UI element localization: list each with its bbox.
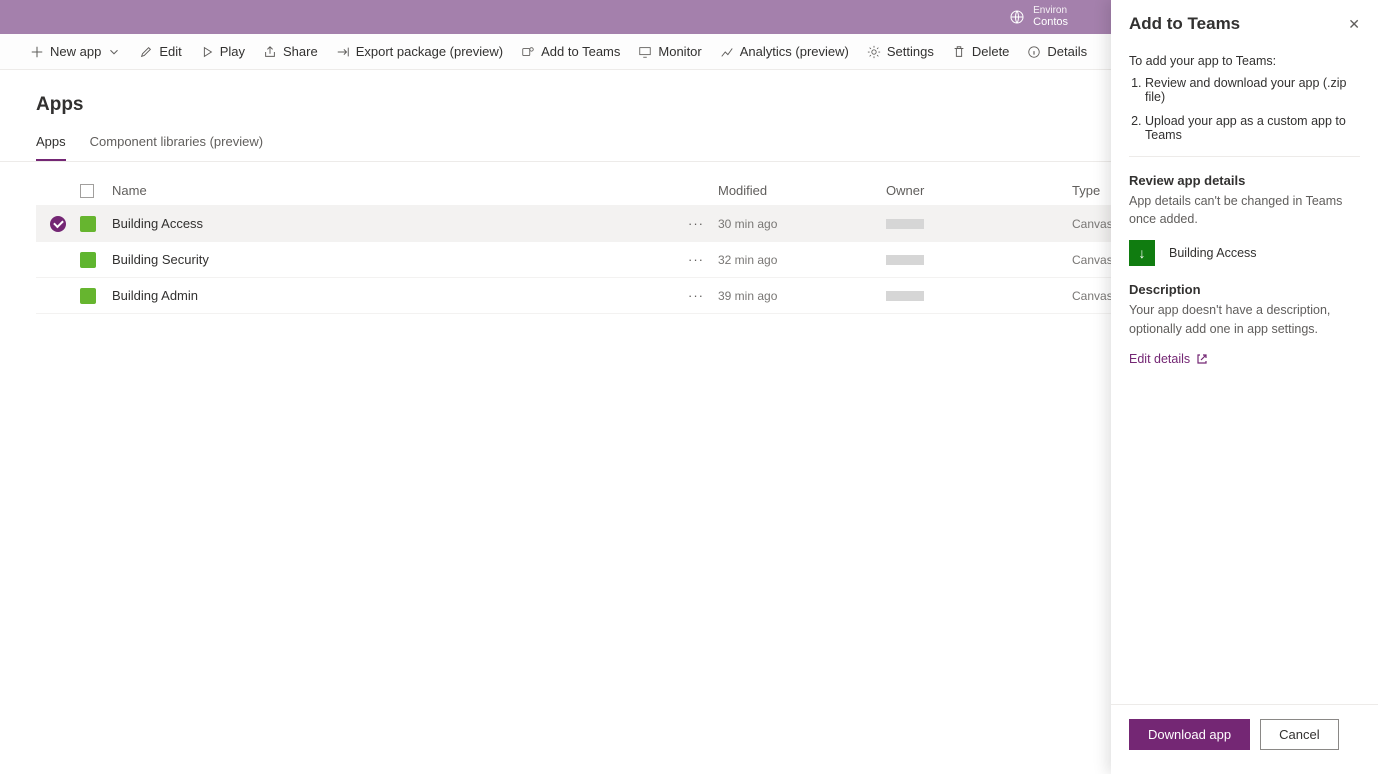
- review-title: Review app details: [1129, 173, 1360, 188]
- row-owner: [886, 291, 924, 301]
- review-text: App details can't be changed in Teams on…: [1129, 192, 1360, 228]
- delete-button[interactable]: Delete: [952, 44, 1010, 59]
- row-name: Building Access: [112, 216, 688, 231]
- panel-intro: To add your app to Teams:: [1129, 52, 1360, 70]
- app-icon: [80, 216, 96, 232]
- col-name[interactable]: Name: [112, 183, 688, 198]
- row-name: Building Security: [112, 252, 688, 267]
- app-tile-name: Building Access: [1169, 246, 1257, 260]
- tab-component-libraries[interactable]: Component libraries (preview): [90, 134, 263, 161]
- row-overflow-icon[interactable]: ···: [688, 288, 704, 303]
- row-overflow-icon[interactable]: ···: [688, 216, 704, 231]
- environment-switcher[interactable]: Environ Contos: [1009, 5, 1068, 28]
- open-external-icon: [1196, 353, 1208, 365]
- settings-button[interactable]: Settings: [867, 44, 934, 59]
- chart-icon: [720, 45, 734, 59]
- app-tile: ↓ Building Access: [1129, 240, 1360, 266]
- column-options-icon[interactable]: [80, 184, 94, 198]
- description-text: Your app doesn't have a description, opt…: [1129, 301, 1360, 337]
- monitor-button[interactable]: Monitor: [638, 44, 701, 59]
- col-owner[interactable]: Owner: [886, 183, 1072, 198]
- col-modified[interactable]: Modified: [718, 183, 886, 198]
- play-button[interactable]: Play: [200, 44, 245, 59]
- row-owner: [886, 255, 924, 265]
- row-owner: [886, 219, 924, 229]
- gear-icon: [867, 45, 881, 59]
- row-modified: 32 min ago: [718, 253, 886, 267]
- app-tile-icon: ↓: [1129, 240, 1155, 266]
- export-icon: [336, 45, 350, 59]
- add-to-teams-button[interactable]: Add to Teams: [521, 44, 620, 59]
- monitor-icon: [638, 45, 652, 59]
- row-modified: 39 min ago: [718, 289, 886, 303]
- edit-details-link[interactable]: Edit details: [1129, 352, 1208, 366]
- trash-icon: [952, 45, 966, 59]
- step-1: Review and download your app (.zip file): [1145, 76, 1360, 104]
- new-app-button[interactable]: New app: [30, 44, 121, 59]
- environment-name: Contos: [1033, 16, 1068, 28]
- details-button[interactable]: Details: [1027, 44, 1087, 59]
- panel-title: Add to Teams: [1129, 14, 1240, 34]
- app-icon: [80, 288, 96, 304]
- analytics-button[interactable]: Analytics (preview): [720, 44, 849, 59]
- share-button[interactable]: Share: [263, 44, 318, 59]
- play-icon: [200, 45, 214, 59]
- row-name: Building Admin: [112, 288, 688, 303]
- share-icon: [263, 45, 277, 59]
- export-button[interactable]: Export package (preview): [336, 44, 503, 59]
- info-icon: [1027, 45, 1041, 59]
- edit-button[interactable]: Edit: [139, 44, 181, 59]
- step-2: Upload your app as a custom app to Teams: [1145, 114, 1360, 142]
- plus-icon: [30, 45, 44, 59]
- add-to-teams-panel: Add to Teams ✕ To add your app to Teams:…: [1111, 0, 1378, 774]
- pencil-icon: [139, 45, 153, 59]
- close-icon[interactable]: ✕: [1348, 16, 1360, 33]
- chevron-down-icon: [107, 45, 121, 59]
- download-app-button[interactable]: Download app: [1129, 719, 1250, 750]
- app-icon: [80, 252, 96, 268]
- row-overflow-icon[interactable]: ···: [688, 252, 704, 267]
- cancel-button[interactable]: Cancel: [1260, 719, 1338, 750]
- tab-apps[interactable]: Apps: [36, 134, 66, 161]
- environment-label: Environ: [1033, 5, 1068, 16]
- row-selected-icon[interactable]: [50, 216, 66, 232]
- row-modified: 30 min ago: [718, 217, 886, 231]
- teams-icon: [521, 45, 535, 59]
- globe-icon: [1009, 9, 1025, 25]
- description-title: Description: [1129, 282, 1360, 297]
